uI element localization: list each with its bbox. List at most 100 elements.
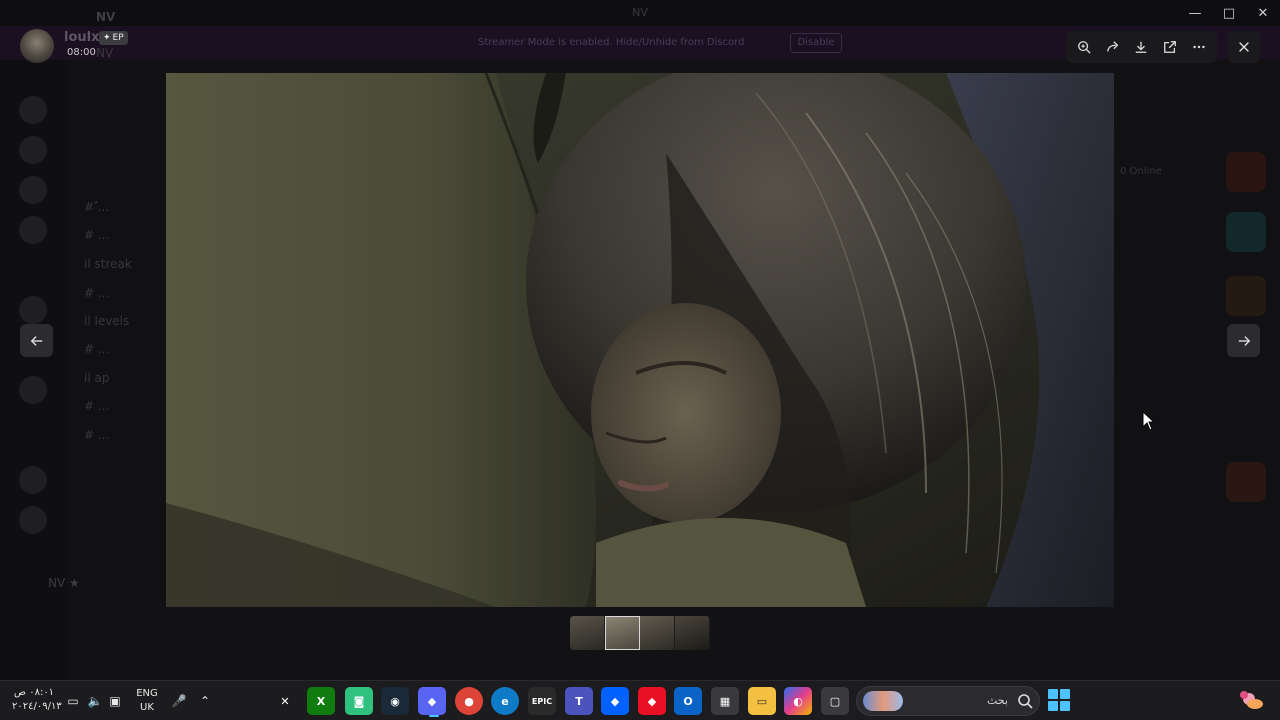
thumbnail[interactable] (570, 616, 605, 650)
file-explorer-icon[interactable]: ▭ (748, 687, 776, 715)
more-button[interactable] (1186, 34, 1212, 60)
app-icon[interactable]: ◆ (638, 687, 666, 715)
clock-date: ٢٠٢٤/٠٩/١٣ (12, 701, 62, 712)
network-icon[interactable]: ▣ (106, 692, 124, 710)
steam-icon[interactable]: ◉ (381, 687, 409, 715)
zoom-in-button[interactable] (1071, 34, 1097, 60)
open-external-button[interactable] (1157, 34, 1183, 60)
language-indicator[interactable]: ENG UK (134, 687, 160, 715)
discord-alt-icon[interactable]: ◙ (345, 687, 373, 715)
taskbar-search[interactable]: بحث (856, 686, 1040, 716)
server-icon[interactable] (19, 136, 47, 164)
channel-item[interactable]: # ... (84, 399, 109, 413)
mouse-cursor-icon (1142, 411, 1156, 431)
uploader-badge: ✦ EP (99, 31, 128, 45)
next-image-button[interactable] (1227, 324, 1260, 357)
thumbnail-strip (570, 616, 710, 650)
edge-icon[interactable]: e (491, 687, 519, 715)
server-icon[interactable] (19, 176, 47, 204)
channel-item[interactable]: # ... (84, 342, 109, 356)
language-line-2: UK (140, 702, 154, 713)
channel-item[interactable]: # ... (84, 428, 109, 442)
server-name[interactable]: NV (96, 10, 115, 24)
add-server-icon[interactable] (19, 466, 47, 494)
teams-icon[interactable]: T (565, 687, 593, 715)
viewer-toolbar (1066, 31, 1217, 63)
member-list: 0 Online (1114, 60, 1280, 680)
windows-logo-icon (1060, 689, 1070, 699)
screen: NV — □ ✕ Streamer Mode is enabled. Hide/… (0, 0, 1280, 720)
start-button[interactable] (1048, 689, 1070, 711)
channel-item[interactable]: il levels (84, 314, 129, 328)
badge-label: EP (112, 33, 124, 43)
thumbnail-selected[interactable] (605, 616, 640, 650)
dropbox-icon[interactable]: ◆ (601, 687, 629, 715)
member-avatar[interactable] (1226, 276, 1266, 316)
task-view-icon[interactable]: ▢ (821, 687, 849, 715)
close-icon (1239, 42, 1249, 52)
discord-icon[interactable]: ◆ (418, 687, 446, 715)
minimize-button[interactable]: — (1178, 0, 1212, 26)
search-placeholder: بحث (987, 694, 1008, 707)
weather-icon[interactable] (1238, 687, 1266, 715)
capcut-icon[interactable]: ✕ (271, 687, 299, 715)
active-app-indicator (429, 715, 439, 717)
server-icon[interactable] (19, 96, 47, 124)
channel-list (66, 60, 166, 680)
banner-text: Streamer Mode is enabled. Hide/Unhide fr… (478, 37, 745, 48)
channel-item[interactable]: il streak (84, 257, 132, 271)
arrow-right-icon (1238, 335, 1250, 346)
channel-item[interactable]: # ٌ... (84, 200, 109, 214)
battery-icon[interactable]: ▭ (64, 692, 82, 710)
outlook-icon[interactable]: O (674, 687, 702, 715)
window-title: NV (632, 6, 648, 19)
viewer-close-button[interactable] (1228, 31, 1260, 63)
banner-disable-button[interactable]: Disable (790, 33, 842, 53)
more-icon (1193, 45, 1205, 49)
previous-image-button[interactable] (20, 324, 53, 357)
clock-time: ٠٨:٠١ ص (13, 687, 55, 698)
uploader-name[interactable]: loulx (64, 30, 99, 45)
thumbnail[interactable] (640, 616, 675, 650)
search-highlight-image (863, 691, 903, 711)
member-avatar[interactable] (1226, 462, 1266, 502)
channel-item[interactable]: # ... (84, 286, 109, 300)
upload-time: 08:00 (67, 47, 96, 58)
copilot-icon[interactable]: ◐ (784, 687, 812, 715)
chevron-up-icon[interactable]: ⌃ (196, 692, 214, 710)
forward-icon (1106, 41, 1119, 52)
server-icon[interactable] (19, 296, 47, 324)
member-avatar[interactable] (1226, 212, 1266, 252)
clock[interactable]: ٠٨:٠١ ص ٢٠٢٤/٠٩/١٣ (12, 686, 62, 714)
search-icon (1018, 694, 1033, 709)
bottom-user-name[interactable]: NV ★ (48, 576, 80, 590)
viewer-image[interactable] (166, 73, 1114, 607)
channel-item[interactable]: il ap (84, 371, 109, 385)
maximize-button[interactable]: □ (1212, 0, 1246, 26)
server-icon[interactable] (19, 216, 47, 244)
windows-logo-icon (1048, 701, 1058, 711)
online-count: 0 Online (1120, 166, 1162, 177)
taskbar: ٠٨:٠١ ص ٢٠٢٤/٠٩/١٣ ▭ 🔈 ▣ ENG UK 🎤 ⌃ ✕ X … (0, 680, 1280, 720)
xbox-icon[interactable]: X (307, 687, 335, 715)
microphone-icon[interactable]: 🎤 (170, 692, 188, 710)
discover-icon[interactable] (19, 506, 47, 534)
download-icon (1136, 41, 1147, 53)
window-close-button[interactable]: ✕ (1246, 0, 1280, 26)
forward-button[interactable] (1100, 34, 1126, 60)
server-icon[interactable] (19, 376, 47, 404)
uploader-avatar[interactable] (20, 29, 54, 63)
member-avatar[interactable] (1226, 152, 1266, 192)
window-controls: — □ ✕ (1178, 0, 1280, 26)
arrow-left-icon (30, 335, 42, 346)
channel-item[interactable]: # ... (84, 228, 109, 242)
download-button[interactable] (1128, 34, 1154, 60)
language-line-1: ENG (136, 688, 158, 699)
store-icon[interactable]: ▦ (711, 687, 739, 715)
open-external-icon (1164, 41, 1176, 53)
epic-games-icon[interactable]: EPIC (528, 687, 556, 715)
chrome-icon[interactable]: ● (455, 687, 483, 715)
thumbnail[interactable] (675, 616, 710, 650)
volume-icon[interactable]: 🔈 (86, 692, 104, 710)
windows-logo-icon (1048, 689, 1058, 699)
